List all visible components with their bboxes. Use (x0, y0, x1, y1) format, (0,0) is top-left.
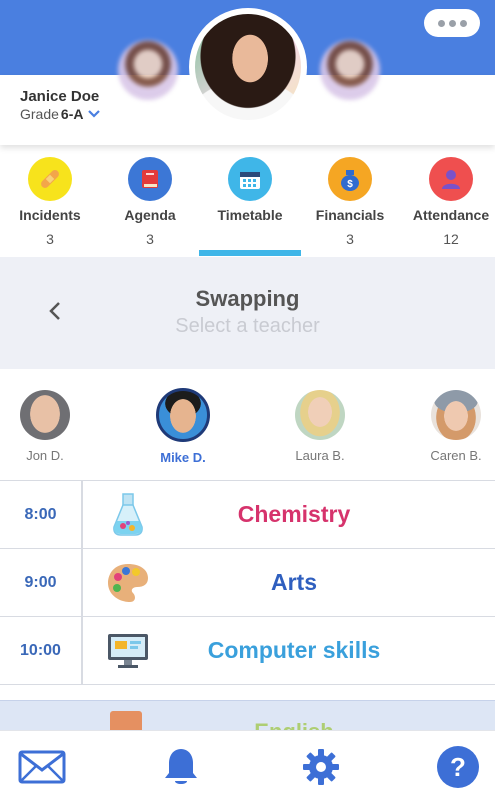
teacher-avatar (156, 388, 210, 442)
nav-incidents[interactable]: Incidents 3 (0, 155, 100, 255)
nav-count: 12 (443, 231, 459, 247)
nav-agenda[interactable]: Agenda 3 (100, 155, 200, 255)
schedule-row-partial[interactable]: English (0, 700, 495, 730)
teacher-name: Laura B. (295, 448, 345, 463)
row-time: 8:00 (0, 481, 83, 548)
nav-label: Financials (315, 207, 385, 223)
settings-tab[interactable] (296, 747, 346, 787)
section-nav: Incidents 3 Agenda 3 Timetable $ Financi… (0, 155, 495, 255)
person-icon (429, 157, 473, 201)
mail-icon (18, 750, 66, 784)
teacher-caren[interactable]: Caren B. (411, 390, 495, 463)
nav-timetable[interactable]: Timetable (200, 155, 300, 255)
calendar-icon (228, 157, 272, 201)
row-time: 10:00 (0, 617, 83, 684)
student-avatar-next[interactable] (320, 40, 380, 100)
row-subject: English (84, 719, 495, 730)
swap-panel (0, 257, 495, 369)
student-avatar-current[interactable] (189, 8, 307, 126)
active-tab-indicator (199, 250, 301, 256)
schedule-row[interactable]: 10:00 Computer skills (0, 616, 495, 684)
more-dots-icon (437, 19, 445, 27)
schedule-row[interactable]: 8:00 Chemistry (0, 480, 495, 548)
row-time: 9:00 (0, 549, 83, 616)
nav-label: Incidents (19, 207, 81, 223)
grade-prefix: Grade (20, 106, 59, 122)
teacher-name: Mike D. (160, 450, 206, 465)
teacher-name: Caren B. (430, 448, 482, 463)
svg-text:?: ? (450, 752, 466, 782)
teacher-avatar (20, 390, 70, 440)
chevron-down-icon (88, 107, 101, 121)
teacher-laura[interactable]: Laura B. (275, 390, 365, 463)
nav-financials[interactable]: $ Financials 3 (300, 155, 400, 255)
gear-icon (303, 749, 339, 785)
student-name: Janice Doe (20, 88, 100, 105)
grade-value: 6-A (60, 106, 84, 122)
teacher-mike[interactable]: Mike D. (138, 388, 228, 465)
row-subject: Chemistry (237, 501, 351, 527)
nav-count: 3 (46, 231, 54, 247)
nav-count: 3 (146, 231, 154, 247)
messages-tab[interactable] (17, 747, 67, 787)
teacher-avatar (431, 390, 481, 440)
teacher-jon[interactable]: Jon D. (0, 390, 90, 463)
teacher-avatar (295, 390, 345, 440)
swap-subtitle: Select a teacher (175, 315, 320, 337)
more-menu-button[interactable] (424, 9, 480, 37)
nav-attendance[interactable]: Attendance 12 (401, 155, 495, 255)
book-icon (128, 157, 172, 201)
swap-title: Swapping (195, 286, 300, 311)
row-subject: Computer skills (207, 637, 381, 663)
help-tab[interactable]: ? (433, 746, 483, 788)
schedule-divider (0, 684, 495, 700)
schedule-row[interactable]: 9:00 Arts (0, 548, 495, 616)
grade-selector[interactable]: Grade 6-A (20, 106, 101, 122)
nav-label: Timetable (217, 207, 283, 223)
bandage-icon (28, 157, 72, 201)
svg-text:$: $ (347, 179, 353, 190)
nav-count: 3 (346, 231, 354, 247)
nav-label: Attendance (412, 207, 490, 223)
student-photo (195, 14, 301, 120)
notifications-tab[interactable] (156, 747, 206, 787)
help-icon: ? (437, 746, 479, 788)
money-bag-icon: $ (328, 157, 372, 201)
teacher-name: Jon D. (26, 448, 64, 463)
row-subject: Arts (270, 569, 317, 595)
student-avatar-prev[interactable] (118, 40, 178, 100)
bell-icon (165, 749, 197, 784)
bottom-tab-bar: ? (0, 730, 495, 800)
nav-label: Agenda (124, 207, 176, 223)
